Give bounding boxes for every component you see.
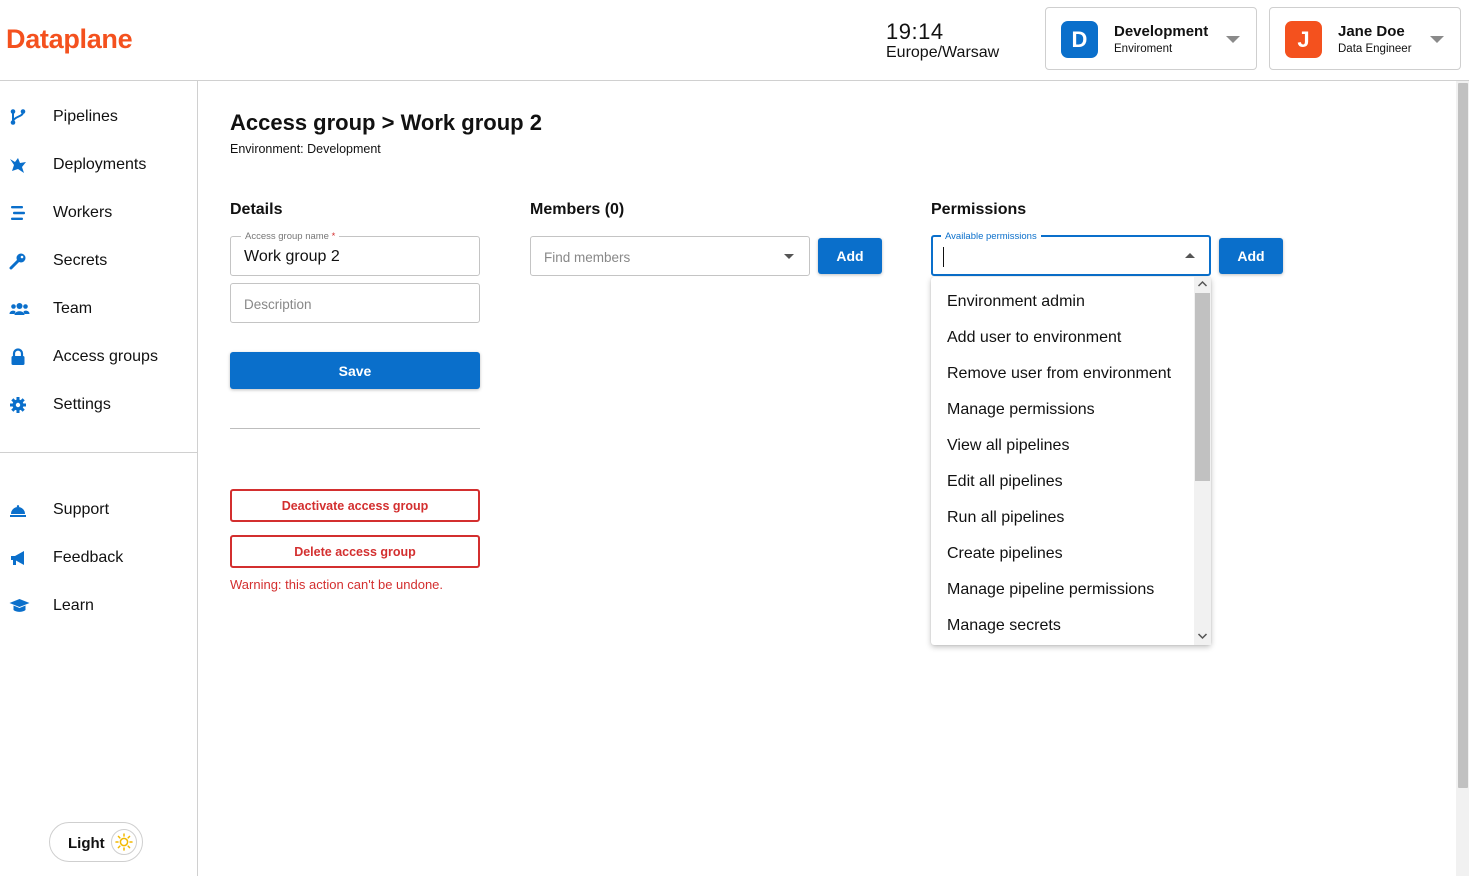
delete-access-group-button[interactable]: Delete access group: [230, 535, 480, 568]
sidebar-item-support[interactable]: Support: [0, 490, 197, 530]
chevron-down-icon: [1430, 36, 1444, 43]
delete-warning: Warning: this action can't be undone.: [230, 577, 444, 592]
megaphone-icon: [11, 551, 24, 565]
sidebar-item-secrets[interactable]: Secrets: [0, 241, 197, 281]
page-subtitle: Environment: Development: [230, 142, 381, 156]
details-heading: Details: [230, 201, 283, 218]
find-members-placeholder: Find members: [544, 250, 631, 265]
sidebar-item-access-groups[interactable]: Access groups: [0, 337, 197, 377]
page-title: Access group > Work group 2: [230, 110, 542, 135]
sidebar-item-feedback[interactable]: Feedback: [0, 538, 197, 578]
available-permissions-select[interactable]: Available permissions: [931, 231, 1211, 276]
environment-name: Development: [1114, 23, 1209, 40]
sidebar-item-pipelines[interactable]: Pipelines: [0, 97, 197, 137]
team-icon: [9, 303, 30, 315]
permissions-heading: Permissions: [931, 201, 1027, 218]
permissions-listbox: Environment admin Add user to environmen…: [931, 277, 1211, 645]
divider: [230, 428, 480, 429]
graduation-cap-icon: [9, 599, 30, 612]
clock-timezone: Europe/Warsaw: [886, 44, 1000, 61]
save-button[interactable]: Save: [230, 352, 480, 389]
support-bell-icon: [10, 505, 26, 517]
user-menu[interactable]: J Jane Doe Data Engineer: [1269, 7, 1461, 70]
field-label: Access group name *: [241, 231, 340, 242]
list-item[interactable]: Environment admin: [931, 284, 1194, 320]
chevron-down-icon[interactable]: [784, 254, 794, 259]
sidebar-item-learn[interactable]: Learn: [0, 586, 197, 626]
chevron-up-icon[interactable]: [1185, 253, 1195, 258]
key-icon: [9, 253, 26, 270]
access-group-name-value: Work group 2: [244, 248, 340, 265]
text-cursor: [943, 247, 944, 267]
list-item[interactable]: Manage secrets: [931, 608, 1194, 644]
listbox-scrollbar-thumb[interactable]: [1195, 293, 1210, 481]
environment-badge: D: [1061, 21, 1098, 58]
list-item[interactable]: Manage pipeline permissions: [931, 572, 1194, 608]
scroll-up-arrow-icon[interactable]: [1197, 280, 1208, 288]
sidebar-item-label: Access groups: [53, 348, 158, 365]
find-members-select[interactable]: Find members: [530, 236, 810, 276]
pipelines-icon: [10, 109, 26, 125]
sidebar-item-label: Learn: [53, 597, 94, 614]
user-role: Data Engineer: [1338, 43, 1412, 55]
list-item[interactable]: Create pipelines: [931, 536, 1194, 572]
deployments-icon: [10, 158, 26, 173]
field-label: Available permissions: [941, 231, 1041, 242]
page-scrollbar-thumb[interactable]: [1458, 83, 1468, 788]
sidebar-item-workers[interactable]: Workers: [0, 193, 197, 233]
sidebar-item-label: Deployments: [53, 156, 147, 173]
list-item[interactable]: Run all pipelines: [931, 500, 1194, 536]
list-item[interactable]: Manage permissions: [931, 392, 1194, 428]
sidebar-item-label: Secrets: [53, 252, 108, 269]
add-permission-button[interactable]: Add: [1219, 238, 1283, 274]
sidebar-item-deployments[interactable]: Deployments: [0, 145, 197, 185]
theme-toggle[interactable]: Light: [49, 822, 143, 862]
user-name: Jane Doe: [1338, 23, 1405, 40]
list-item[interactable]: View all pipelines: [931, 428, 1194, 464]
top-bar: Dataplane 19:14 Europe/Warsaw D Developm…: [0, 0, 1469, 81]
sidebar-item-label: Pipelines: [53, 108, 118, 125]
lock-icon: [11, 348, 25, 365]
list-item[interactable]: Edit all pipelines: [931, 464, 1194, 500]
sidebar-item-label: Workers: [53, 204, 113, 221]
members-heading: Members (0): [530, 201, 625, 218]
sidebar-divider: [0, 452, 197, 453]
sidebar-item-label: Feedback: [53, 549, 124, 566]
required-marker: *: [331, 231, 336, 242]
environment-selector[interactable]: D Development Enviroment: [1045, 7, 1257, 70]
chevron-down-icon: [1226, 36, 1240, 43]
scroll-down-arrow-icon[interactable]: [1197, 632, 1208, 640]
app-logo[interactable]: Dataplane: [6, 24, 133, 55]
deactivate-access-group-button[interactable]: Deactivate access group: [230, 489, 480, 522]
sun-icon: [111, 829, 137, 855]
sidebar-item-label: Support: [53, 501, 110, 518]
gear-icon: [10, 397, 26, 413]
add-member-button[interactable]: Add: [818, 238, 882, 274]
sidebar-item-label: Settings: [53, 396, 111, 413]
description-placeholder: Description: [244, 297, 312, 312]
clock: 19:14 Europe/Warsaw: [886, 21, 999, 61]
access-group-name-field[interactable]: Access group name * Work group 2: [230, 231, 480, 276]
sidebar-item-label: Team: [53, 300, 93, 317]
sidebar: Pipelines Deployments Workers Secrets Te…: [0, 81, 198, 876]
list-item[interactable]: Add user to environment: [931, 320, 1194, 356]
theme-label: Light: [68, 835, 105, 852]
sidebar-item-team[interactable]: Team: [0, 289, 197, 329]
user-avatar: J: [1285, 21, 1322, 58]
list-item[interactable]: Remove user from environment: [931, 356, 1194, 392]
field-label-text: Access group name: [245, 231, 329, 242]
clock-time: 19:14: [886, 19, 944, 44]
sidebar-item-settings[interactable]: Settings: [0, 385, 197, 425]
description-field[interactable]: Description: [230, 283, 480, 323]
environment-label: Enviroment: [1114, 43, 1173, 55]
workers-icon: [11, 206, 25, 220]
